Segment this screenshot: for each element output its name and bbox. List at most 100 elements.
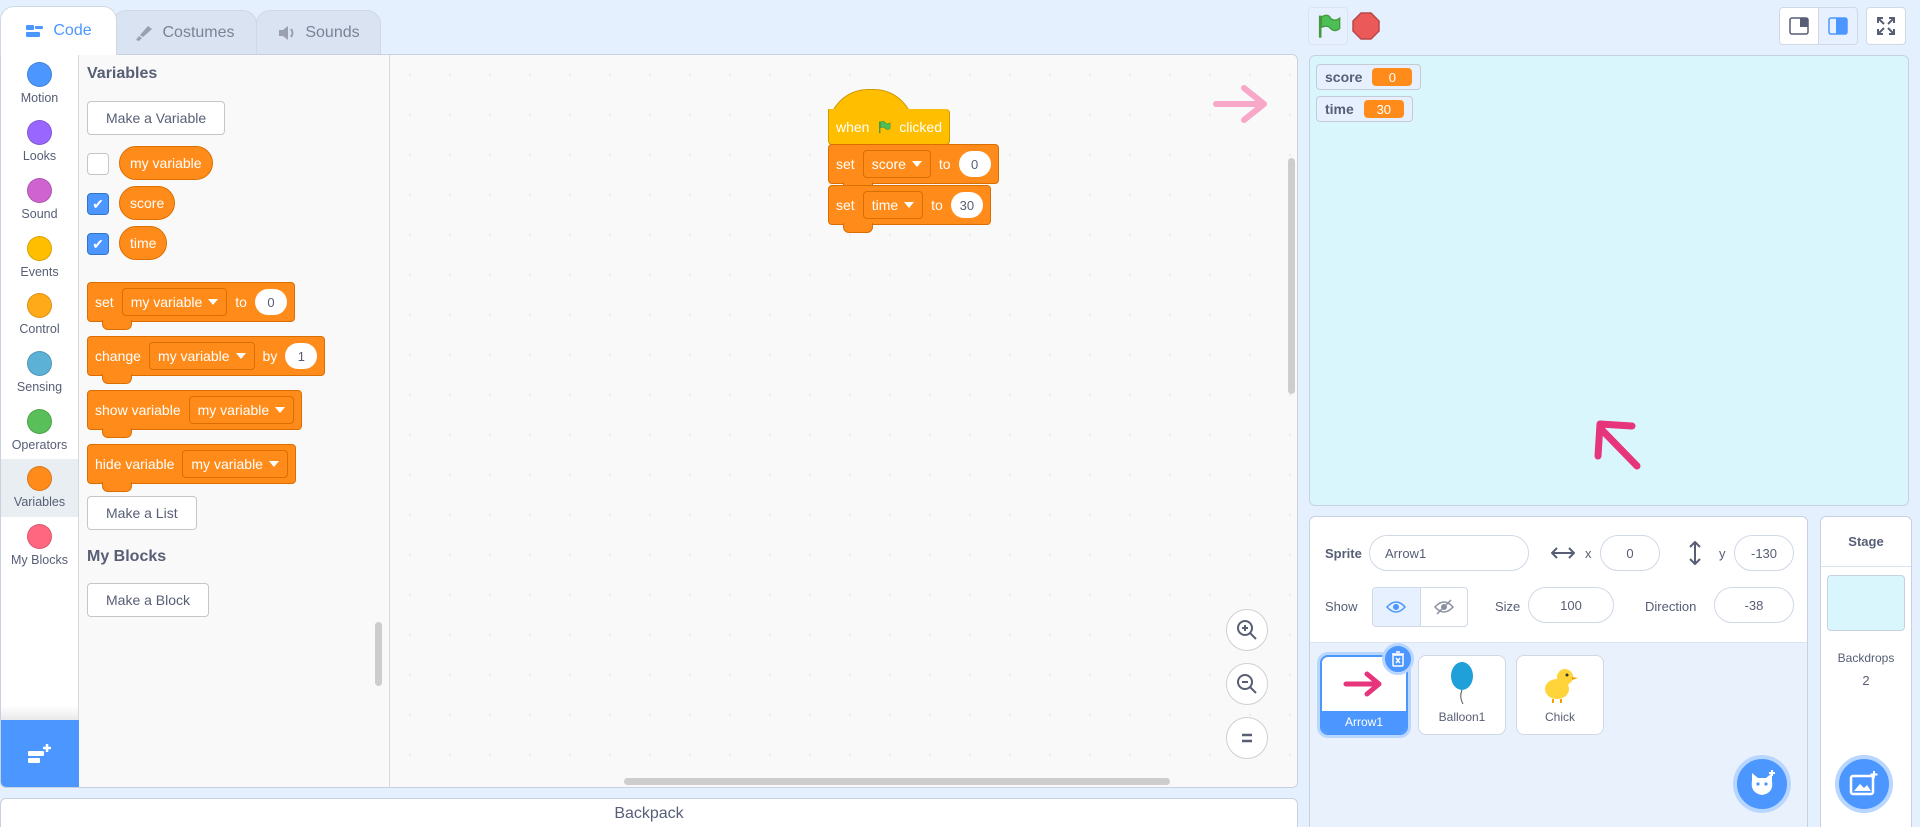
set-variable-block[interactable]: set my variable to 0 <box>87 282 295 330</box>
stage-thumbnail[interactable] <box>1827 575 1905 631</box>
add-extension-button[interactable] <box>1 720 79 787</box>
monitor-time[interactable]: time 30 <box>1316 96 1413 122</box>
stage-canvas[interactable]: score 0 time 30 <box>1309 55 1909 506</box>
tab-code-label: Code <box>53 22 92 39</box>
variable-checkbox-time[interactable]: ✔ <box>87 233 109 255</box>
backdrop-add-icon <box>1849 771 1878 796</box>
backpack[interactable]: Backpack <box>0 798 1298 827</box>
y-input[interactable]: -130 <box>1734 535 1794 571</box>
arrow-sprite[interactable] <box>1580 406 1650 476</box>
choose-sprite-button[interactable] <box>1733 755 1791 813</box>
reporter-score[interactable]: score <box>119 186 176 220</box>
category-events[interactable]: Events <box>1 229 78 287</box>
monitor-score[interactable]: score 0 <box>1316 64 1422 90</box>
variables-dot-icon <box>27 466 52 491</box>
variable-dropdown[interactable]: score <box>862 150 931 178</box>
palette-scrollbar[interactable] <box>375 622 382 686</box>
x-input[interactable]: 0 <box>1600 535 1660 571</box>
zoom-out-icon <box>1237 674 1257 694</box>
direction-input[interactable]: -38 <box>1714 587 1794 623</box>
make-list-button[interactable]: Make a List <box>87 496 197 530</box>
category-motion[interactable]: Motion <box>1 55 78 113</box>
variable-checkbox-my-variable[interactable] <box>87 153 109 175</box>
tab-sounds[interactable]: Sounds <box>256 10 381 55</box>
category-control[interactable]: Control <box>1 286 78 344</box>
block-text: to <box>235 294 247 310</box>
fullscreen-button[interactable] <box>1866 7 1906 45</box>
make-block-button[interactable]: Make a Block <box>87 583 210 617</box>
set-time-block[interactable]: set time to 30 <box>828 185 991 233</box>
category-looks[interactable]: Looks <box>1 113 78 171</box>
value-input[interactable]: 1 <box>285 343 318 369</box>
monitor-label: score <box>1325 69 1363 85</box>
sprite-tile-chick[interactable]: Chick <box>1516 655 1604 735</box>
set-score-block[interactable]: set score to 0 <box>828 144 999 192</box>
value-input[interactable]: 0 <box>254 289 287 315</box>
stop-button[interactable] <box>1352 12 1380 40</box>
when-flag-clicked-block[interactable]: when clicked <box>828 89 950 146</box>
sprite-name-input[interactable]: Arrow1 <box>1369 535 1529 571</box>
sprite-tile-balloon1[interactable]: Balloon1 <box>1418 655 1506 735</box>
trash-icon <box>1392 651 1404 667</box>
stage-selector[interactable]: Stage Backdrops 2 <box>1820 516 1912 827</box>
category-variables[interactable]: Variables <box>1 459 78 517</box>
show-variable-block[interactable]: show variable my variable <box>87 390 303 438</box>
block-text: to <box>931 197 943 213</box>
make-variable-button[interactable]: Make a Variable <box>87 101 226 135</box>
small-stage-button[interactable] <box>1779 7 1819 45</box>
zoom-in-icon <box>1237 620 1257 640</box>
equals-icon <box>1242 733 1252 743</box>
category-my-blocks[interactable]: My Blocks <box>1 517 78 575</box>
change-variable-block[interactable]: change my variable by 1 <box>87 336 326 384</box>
size-input[interactable]: 100 <box>1528 587 1614 623</box>
stop-sign-icon <box>1352 12 1380 40</box>
variable-dropdown[interactable]: my variable <box>182 450 288 478</box>
chick-sprite-icon <box>1545 669 1578 703</box>
green-flag-icon <box>879 120 891 133</box>
reporter-time[interactable]: time <box>119 226 168 260</box>
control-dot-icon <box>27 293 52 318</box>
category-label: Variables <box>13 495 66 509</box>
delete-sprite-button[interactable] <box>1382 643 1414 675</box>
large-stage-icon <box>1828 17 1848 35</box>
show-button[interactable] <box>1373 588 1421 626</box>
category-sensing[interactable]: Sensing <box>1 344 78 402</box>
hide-button[interactable] <box>1421 588 1468 626</box>
zoom-in-button[interactable] <box>1226 609 1268 651</box>
caret-down-icon <box>275 407 286 413</box>
caret-down-icon <box>904 202 915 208</box>
category-operators[interactable]: Operators <box>1 402 78 460</box>
block-text: by <box>262 348 278 364</box>
value-input[interactable]: 30 <box>950 192 983 218</box>
dropdown-value: time <box>871 197 899 213</box>
variable-checkbox-score[interactable]: ✔ <box>87 193 109 215</box>
check-icon: ✔ <box>92 235 104 252</box>
variable-dropdown[interactable]: my variable <box>121 288 228 316</box>
green-flag-button[interactable] <box>1308 7 1348 45</box>
tab-code[interactable]: Code <box>0 6 117 55</box>
value-input[interactable]: 0 <box>958 151 991 177</box>
category-label: Sound <box>21 207 58 221</box>
choose-backdrop-button[interactable] <box>1835 755 1893 813</box>
workspace-horizontal-scrollbar[interactable] <box>624 778 1170 785</box>
hide-variable-block[interactable]: hide variable my variable <box>87 444 296 492</box>
editor-tabs: Code Costumes Sounds <box>0 0 400 55</box>
zoom-out-button[interactable] <box>1226 663 1268 705</box>
dropdown-value: my variable <box>197 402 270 418</box>
workspace-vertical-scrollbar[interactable] <box>1288 158 1295 394</box>
reporter-my-variable[interactable]: my variable <box>119 146 213 180</box>
category-sound[interactable]: Sound <box>1 171 78 229</box>
variable-dropdown[interactable]: my variable <box>188 396 295 424</box>
sprite-label: Sprite <box>1325 546 1362 561</box>
large-stage-button[interactable] <box>1818 7 1858 45</box>
variable-dropdown[interactable]: time <box>862 191 924 219</box>
category-fade <box>1 706 78 720</box>
sprite-thumbnail <box>1541 656 1579 710</box>
zoom-reset-button[interactable] <box>1226 717 1268 759</box>
tab-costumes[interactable]: Costumes <box>112 10 257 55</box>
my-blocks-dot-icon <box>27 524 52 549</box>
variable-dropdown[interactable]: my variable <box>148 342 255 370</box>
category-menu: Motion Looks Sound Events Control Sensin… <box>1 55 79 787</box>
y-position-icon <box>1689 541 1701 565</box>
dropdown-value: my variable <box>191 456 263 472</box>
